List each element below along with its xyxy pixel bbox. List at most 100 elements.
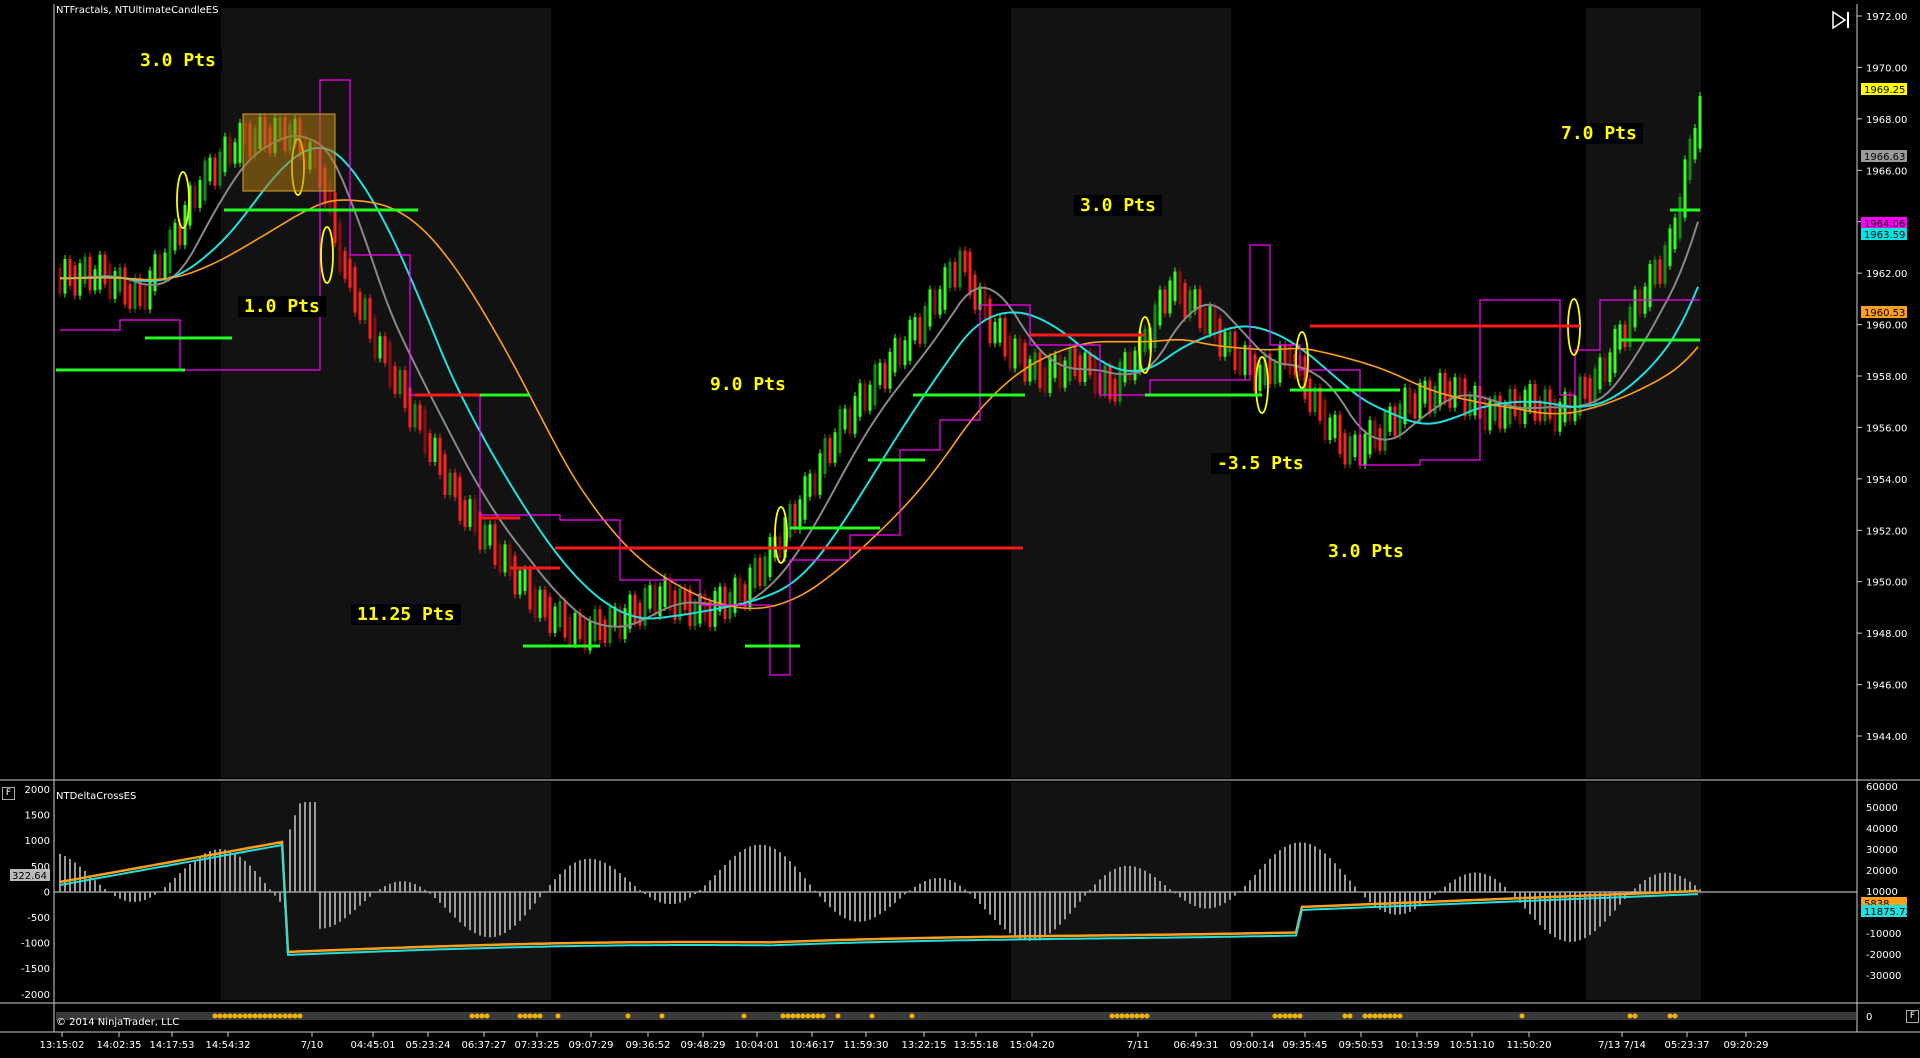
candle-body bbox=[998, 318, 1002, 343]
price-tick-label: 1970.00 bbox=[1866, 63, 1907, 74]
delta-histogram-bar bbox=[564, 869, 566, 892]
candle-body bbox=[913, 317, 917, 341]
delta-histogram-bar bbox=[774, 848, 776, 892]
delta-histogram-bar bbox=[354, 892, 356, 911]
candle-body bbox=[983, 286, 987, 320]
delta-histogram-bar bbox=[984, 892, 986, 910]
candle-body bbox=[1668, 228, 1672, 266]
delta-histogram-bar bbox=[1229, 892, 1231, 900]
candle-body bbox=[523, 569, 527, 592]
delta-histogram-bar bbox=[359, 892, 361, 906]
delta-histogram-bar bbox=[1354, 886, 1356, 892]
candle-body bbox=[1493, 395, 1497, 421]
collapse-button-strip[interactable]: F bbox=[1906, 1010, 1919, 1023]
delta-histogram-bar bbox=[1189, 892, 1191, 904]
price-badge-label: 1960.53 bbox=[1864, 308, 1905, 319]
candle-body bbox=[398, 369, 402, 394]
candle-body bbox=[1113, 378, 1117, 402]
candle-body bbox=[383, 336, 387, 364]
candle-body bbox=[1468, 394, 1472, 417]
delta-histogram-bar bbox=[844, 892, 846, 919]
delta-histogram-bar bbox=[639, 890, 641, 892]
lower-left-tick: 1000 bbox=[25, 836, 50, 847]
delta-histogram-bar bbox=[189, 863, 191, 892]
candle-body bbox=[1373, 420, 1377, 449]
delta-histogram-bar bbox=[1294, 842, 1296, 892]
delta-histogram-bar bbox=[1009, 892, 1011, 934]
time-tick-label: 06:49:31 bbox=[1174, 1040, 1219, 1051]
lower-right-tick: 50000 bbox=[1866, 803, 1898, 814]
lower-left-tick: -1000 bbox=[21, 939, 50, 950]
delta-histogram-bar bbox=[924, 881, 926, 892]
candle-body bbox=[1648, 263, 1652, 308]
time-tick-label: 06:37:27 bbox=[462, 1040, 507, 1051]
delta-histogram-bar bbox=[1164, 885, 1166, 892]
time-axis: 13:15:02 14:02:35 14:17:53 14:54:32 7/10 04:4… bbox=[40, 1032, 1768, 1051]
candle-body bbox=[843, 408, 847, 430]
candle-body bbox=[1133, 350, 1137, 381]
candle-body bbox=[753, 557, 757, 589]
delta-histogram-bar bbox=[339, 892, 341, 922]
delta-histogram-bar bbox=[1174, 892, 1176, 894]
price-tick-label: 1960.00 bbox=[1866, 321, 1907, 332]
delta-histogram-bar bbox=[1664, 872, 1666, 892]
delta-histogram-bar bbox=[424, 889, 426, 892]
candle-body bbox=[853, 396, 857, 434]
candle-body bbox=[1328, 417, 1332, 440]
delta-histogram-bar bbox=[1074, 892, 1076, 908]
delta-histogram-bar bbox=[59, 853, 61, 892]
delta-histogram-bar bbox=[934, 878, 936, 892]
candle-body bbox=[898, 337, 902, 366]
delta-histogram-bar bbox=[494, 892, 496, 937]
delta-histogram-bar bbox=[1254, 874, 1256, 892]
candle-body bbox=[1058, 354, 1062, 388]
delta-histogram-bar bbox=[429, 892, 431, 894]
candle-body bbox=[883, 362, 887, 389]
candle-body bbox=[1243, 345, 1247, 376]
candle-body bbox=[1233, 331, 1237, 371]
delta-histogram-bar bbox=[664, 892, 666, 904]
delta-histogram-bar bbox=[1114, 868, 1116, 892]
delta-histogram-bar bbox=[1204, 892, 1206, 909]
candle-body bbox=[1273, 362, 1277, 385]
price-chart-panel[interactable]: 1972.001970.001968.001966.001964.001962.… bbox=[0, 0, 1920, 1058]
event-dot bbox=[537, 1013, 543, 1019]
candle-body bbox=[58, 268, 62, 294]
delta-histogram-bar bbox=[1184, 892, 1186, 901]
candle-body bbox=[1258, 364, 1262, 391]
candle-body bbox=[1203, 307, 1207, 334]
time-tick-label: 09:07:29 bbox=[569, 1040, 614, 1051]
candle-body bbox=[1053, 354, 1057, 378]
candle-body bbox=[1623, 324, 1627, 348]
delta-histogram-bar bbox=[1199, 892, 1201, 908]
delta-histogram-bar bbox=[1364, 892, 1366, 898]
left-badge-label: 322.64 bbox=[12, 871, 47, 882]
collapse-button-lower[interactable]: F bbox=[2, 787, 15, 800]
candle-body bbox=[1308, 378, 1312, 413]
candle-body bbox=[953, 261, 957, 288]
candle-body bbox=[1593, 368, 1597, 405]
time-tick-label: 05:23:24 bbox=[406, 1040, 451, 1051]
candle-body bbox=[793, 503, 797, 530]
candle-body bbox=[1143, 328, 1147, 352]
delta-histogram-bar bbox=[529, 892, 531, 910]
event-dot bbox=[1632, 1013, 1638, 1019]
candle-body bbox=[1038, 352, 1042, 389]
skip-to-end-icon[interactable] bbox=[1830, 10, 1852, 30]
candle-body bbox=[1288, 345, 1292, 375]
candle-body bbox=[818, 453, 822, 495]
delta-histogram-bar bbox=[1239, 890, 1241, 892]
candle-body bbox=[1653, 259, 1657, 285]
delta-histogram-bar bbox=[679, 892, 681, 903]
delta-histogram-bar bbox=[144, 892, 146, 901]
candle-body bbox=[923, 306, 927, 344]
delta-histogram-bar bbox=[884, 892, 886, 911]
candle-body bbox=[1163, 289, 1167, 314]
event-dot bbox=[1129, 1013, 1135, 1019]
candle-body bbox=[888, 351, 892, 389]
delta-histogram-bar bbox=[1344, 874, 1346, 892]
delta-histogram-bar bbox=[1324, 853, 1326, 892]
delta-histogram-bar bbox=[364, 892, 366, 902]
delta-histogram-bar bbox=[1684, 878, 1686, 892]
delta-histogram-bar bbox=[399, 881, 401, 892]
